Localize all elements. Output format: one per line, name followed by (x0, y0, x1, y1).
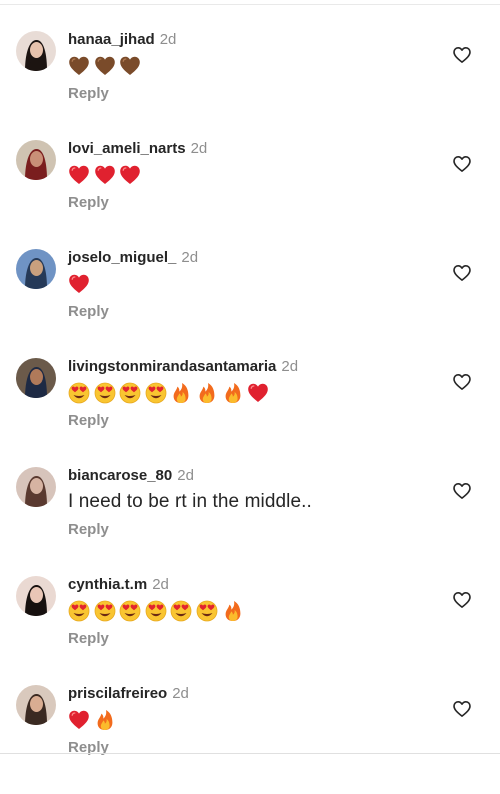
comment-body (68, 598, 247, 624)
fire-emoji (222, 600, 244, 622)
heart-eyes-emoji (119, 382, 141, 404)
red-heart-emoji (94, 164, 116, 186)
comment-row: biancarose_80 2d I need to be rt in the mi… (0, 467, 500, 576)
avatar[interactable] (16, 358, 56, 398)
username[interactable]: hanaa_jihad (68, 31, 155, 48)
red-heart-emoji (68, 273, 90, 295)
avatar[interactable] (16, 576, 56, 616)
username[interactable]: cynthia.t.m (68, 576, 147, 593)
comment-header: livingstonmirandasantamaria 2d (68, 358, 298, 376)
red-heart-emoji (119, 164, 141, 186)
comment-row: joselo_miguel_ 2d Reply (0, 249, 500, 358)
timestamp: 2d (177, 467, 194, 484)
comment-row: cynthia.t.m 2d Reply (0, 576, 500, 685)
comment-header: cynthia.t.m 2d (68, 576, 169, 594)
avatar[interactable] (16, 249, 56, 289)
comment-header: lovi_ameli_narts 2d (68, 140, 207, 158)
avatar[interactable] (16, 467, 56, 507)
avatar[interactable] (16, 31, 56, 71)
comment-header: biancarose_80 2d (68, 467, 194, 485)
timestamp: 2d (159, 31, 177, 48)
reply-button[interactable]: Reply (68, 521, 109, 539)
timestamp: 2d (190, 140, 208, 157)
username[interactable]: livingstonmirandasantamaria (68, 358, 276, 375)
bottom-divider (0, 753, 500, 754)
username[interactable]: priscilafreireo (68, 685, 167, 702)
heart-icon[interactable] (452, 263, 472, 283)
comment-header: joselo_miguel_ 2d (68, 249, 198, 267)
heart-eyes-emoji (196, 600, 218, 622)
reply-button[interactable]: Reply (68, 194, 109, 212)
heart-eyes-emoji (145, 382, 167, 404)
fire-emoji (222, 382, 244, 404)
username[interactable]: joselo_miguel_ (68, 249, 176, 266)
comment-text: I need to be rt in the middle.. (68, 491, 312, 512)
reply-button[interactable]: Reply (68, 85, 109, 103)
brown-heart-emoji (68, 55, 90, 77)
heart-eyes-emoji (68, 600, 90, 622)
heart-eyes-emoji (94, 382, 116, 404)
comment-body (68, 162, 145, 188)
brown-heart-emoji (119, 55, 141, 77)
avatar[interactable] (16, 140, 56, 180)
reply-button[interactable]: Reply (68, 739, 109, 757)
comment-body (68, 271, 94, 297)
heart-icon[interactable] (452, 699, 472, 719)
reply-button[interactable]: Reply (68, 630, 109, 648)
reply-button[interactable]: Reply (68, 303, 109, 321)
brown-heart-emoji (94, 55, 116, 77)
heart-icon[interactable] (452, 590, 472, 610)
heart-eyes-emoji (119, 600, 141, 622)
red-heart-emoji (68, 709, 90, 731)
fire-emoji (196, 382, 218, 404)
top-divider (0, 4, 500, 5)
timestamp: 2d (152, 576, 169, 593)
comment-row: hanaa_jihad 2d Reply (0, 31, 500, 140)
fire-emoji (94, 709, 116, 731)
comment-row: lovi_ameli_narts 2d Reply (0, 140, 500, 249)
red-heart-emoji (68, 164, 90, 186)
comment-header: priscilafreireo 2d (68, 685, 189, 703)
heart-eyes-emoji (145, 600, 167, 622)
comment-body (68, 53, 145, 79)
heart-icon[interactable] (452, 481, 472, 501)
timestamp: 2d (181, 249, 199, 266)
heart-eyes-emoji (170, 600, 192, 622)
comment-body (68, 707, 119, 733)
heart-eyes-emoji (68, 382, 90, 404)
avatar[interactable] (16, 685, 56, 725)
fire-emoji (170, 382, 192, 404)
comment-body (68, 380, 273, 406)
comment-header: hanaa_jihad 2d (68, 31, 176, 49)
heart-icon[interactable] (452, 154, 472, 174)
heart-icon[interactable] (452, 45, 472, 65)
red-heart-emoji (247, 382, 269, 404)
username[interactable]: biancarose_80 (68, 467, 172, 484)
heart-eyes-emoji (94, 600, 116, 622)
comment-body: I need to be rt in the middle.. (68, 489, 312, 515)
comment-row: priscilafreireo 2d Reply (0, 685, 500, 794)
comment-row: livingstonmirandasantamaria 2d Reply (0, 358, 500, 467)
reply-button[interactable]: Reply (68, 412, 109, 430)
username[interactable]: lovi_ameli_narts (68, 140, 186, 157)
timestamp: 2d (172, 685, 189, 702)
timestamp: 2d (281, 358, 299, 375)
heart-icon[interactable] (452, 372, 472, 392)
